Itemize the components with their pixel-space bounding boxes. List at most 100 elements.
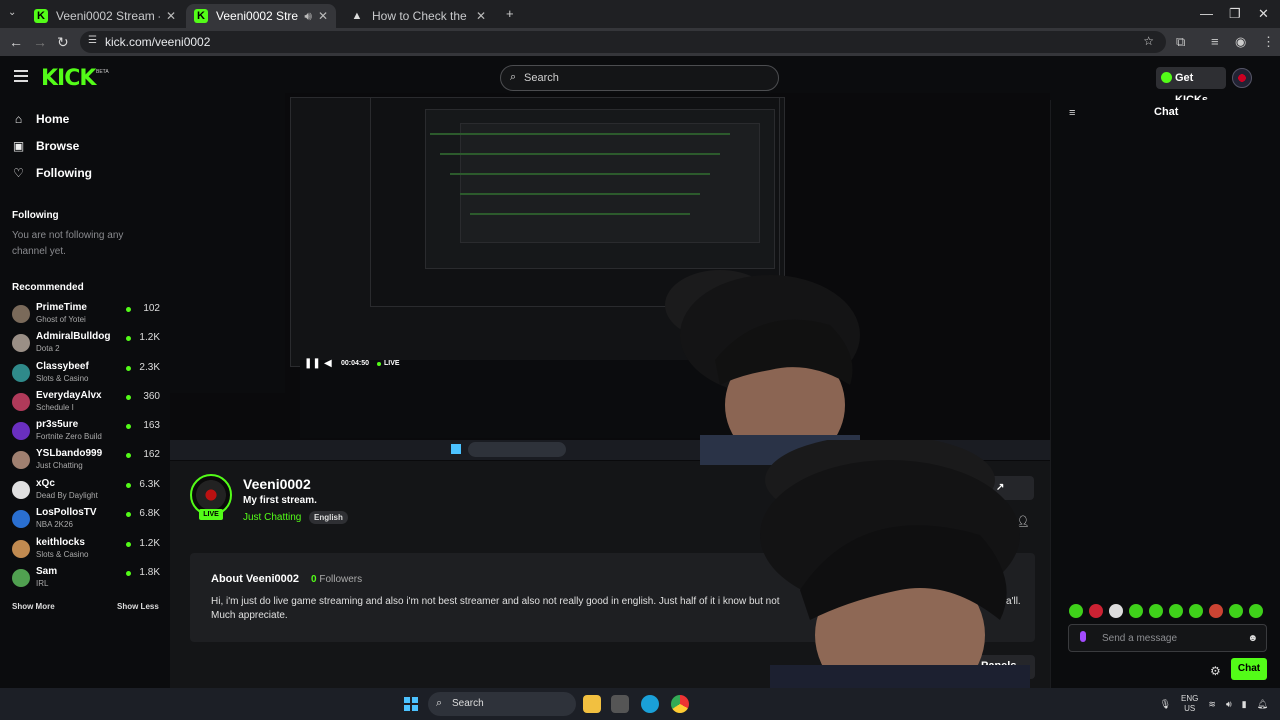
chrome-icon[interactable] — [671, 695, 689, 713]
video-player[interactable] — [170, 93, 1050, 461]
emote-icon[interactable] — [1209, 604, 1223, 618]
site-info-icon[interactable]: ☰ — [88, 35, 97, 46]
back-icon[interactable]: ← — [9, 34, 23, 50]
live-dot — [126, 512, 131, 517]
sidebar-item-following[interactable]: ♡ Following — [12, 163, 92, 183]
language-tag[interactable]: English — [309, 511, 348, 524]
emote-icon[interactable] — [1169, 604, 1183, 618]
emote-icon[interactable] — [1249, 604, 1263, 618]
forward-icon[interactable]: → — [33, 34, 47, 50]
tab-veeni-1[interactable]: K Veeni0002 Stream - Watch Live ✕ — [26, 4, 184, 28]
channel-category: Just Chatting — [36, 461, 83, 470]
reload-icon[interactable]: ↻ — [57, 34, 69, 51]
emote-icon[interactable] — [1069, 604, 1083, 618]
emote-icon[interactable] — [1129, 604, 1143, 618]
minimize-icon[interactable]: — — [1200, 6, 1213, 21]
speaker-icon[interactable]: 🔊︎ — [304, 9, 312, 24]
microphone-icon[interactable] — [1080, 631, 1086, 642]
profile-icon[interactable]: ◉ — [1235, 34, 1246, 50]
sidebar-item-browse[interactable]: ▣ Browse — [12, 136, 80, 156]
media-icon[interactable]: ≡ — [1211, 34, 1219, 49]
recursive-bar — [470, 213, 690, 215]
new-tab-icon[interactable]: + — [506, 6, 514, 21]
viewer-count: 162 — [143, 449, 160, 460]
emote-icon[interactable] — [1229, 604, 1243, 618]
sidebar-channel-row[interactable]: PrimeTime Ghost of Yotei 102 — [12, 302, 160, 328]
chat-send-button[interactable]: Chat — [1231, 658, 1267, 680]
viewer-count: 163 — [143, 420, 160, 431]
bookmark-star-icon[interactable]: ☆ — [1143, 34, 1154, 48]
sidebar-channel-row[interactable]: Sam IRL 1.8K — [12, 566, 160, 592]
emote-icon[interactable] — [1149, 604, 1163, 618]
user-avatar[interactable] — [1232, 68, 1252, 88]
recursive-bar — [460, 193, 700, 195]
sidebar-channel-row[interactable]: pr3s5ure Fortnite Zero Build 163 — [12, 419, 160, 445]
sidebar-channel-row[interactable]: AdmiralBulldog Dota 2 1.2K — [12, 331, 160, 357]
maximize-icon[interactable]: ❐ — [1229, 6, 1241, 22]
close-icon[interactable]: ✕ — [166, 9, 176, 23]
viewer-count: 6.8K — [139, 508, 160, 519]
address-bar[interactable]: ☰ kick.com/veeni0002 ☆ — [80, 31, 1166, 53]
sidebar-channel-row[interactable]: Classybeef Slots & Casino 2.3K — [12, 361, 160, 387]
chat-title: Chat — [1154, 106, 1179, 118]
tab-search-icon[interactable]: ⌄ — [8, 7, 16, 18]
player-live-dot — [377, 362, 381, 366]
menu-icon[interactable]: ⋮ — [1262, 34, 1275, 50]
microphone-tray-icon[interactable]: 🎙︎ — [1160, 699, 1171, 710]
followers-number: 0 — [311, 574, 317, 585]
sidebar-channel-row[interactable]: keithlocks Slots & Casino 1.2K — [12, 537, 160, 563]
window-close-icon[interactable]: ✕ — [1258, 6, 1269, 22]
search-input[interactable]: ⌕ Search — [500, 65, 779, 91]
live-dot — [126, 395, 131, 400]
recursive-frame — [460, 123, 760, 243]
close-icon[interactable]: ✕ — [318, 9, 328, 23]
notification-icon[interactable]: 🔔︎ — [1257, 699, 1268, 710]
chat-message-input[interactable]: Send a message ☻ — [1068, 624, 1267, 652]
taskbar-search[interactable]: ⌕ Search — [428, 692, 576, 716]
live-dot — [126, 483, 131, 488]
emote-bar[interactable] — [1069, 604, 1269, 618]
stream-category[interactable]: Just Chatting — [243, 512, 301, 523]
chat-settings-icon[interactable]: ⚙ — [1210, 664, 1221, 678]
emote-icon[interactable] — [1189, 604, 1203, 618]
show-more-button[interactable]: Show More — [12, 602, 55, 611]
stream-info: LIVE Veeni0002 My first stream. Just Cha… — [190, 474, 790, 534]
live-badge: LIVE — [199, 509, 223, 520]
volume-icon[interactable]: ◀︎ — [324, 358, 332, 369]
get-kicks-button[interactable]: Get KICKs — [1156, 67, 1226, 106]
extensions-icon[interactable]: ⧉ — [1176, 34, 1185, 50]
collapse-chat-icon[interactable]: ≡ — [1069, 107, 1075, 119]
language-indicator[interactable]: ENG US — [1181, 694, 1198, 714]
following-heading: Following — [12, 210, 59, 221]
sidebar-channel-row[interactable]: YSLbando999 Just Chatting 162 — [12, 448, 160, 474]
sidebar-channel-row[interactable]: LosPollosTV NBA 2K26 6.8K — [12, 507, 160, 533]
viewer-count: 1.2K — [139, 538, 160, 549]
sidebar-channel-row[interactable]: EverydayAlvx Schedule I 360 — [12, 390, 160, 416]
tab-stream-key[interactable]: ▲ How to Check the Stream Key on ✕ — [342, 4, 494, 28]
emote-icon[interactable] — [1109, 604, 1123, 618]
sidebar-item-home[interactable]: ⌂ Home — [12, 109, 69, 129]
channel-name: Sam — [36, 566, 58, 577]
hamburger-menu-icon[interactable] — [14, 70, 28, 82]
kick-logo[interactable]: KICK — [41, 66, 96, 91]
store-icon[interactable] — [611, 695, 629, 713]
battery-icon[interactable]: ▮ — [1242, 699, 1247, 710]
windows-start-icon[interactable] — [404, 697, 418, 711]
tab-veeni-2[interactable]: K Veeni0002 Stream - Watch 🔊︎ ✕ — [186, 4, 336, 28]
sidebar-channel-row[interactable]: xQc Dead By Daylight 6.3K — [12, 478, 160, 504]
channel-avatar — [12, 393, 30, 411]
recursive-frame — [170, 93, 285, 393]
viewer-count: 360 — [143, 391, 160, 402]
file-explorer-icon[interactable] — [583, 695, 601, 713]
emoji-icon[interactable]: ☻ — [1247, 633, 1258, 644]
emote-icon[interactable] — [1089, 604, 1103, 618]
channel-category: Ghost of Yotei — [36, 315, 86, 324]
show-less-button[interactable]: Show Less — [117, 602, 159, 611]
volume-tray-icon[interactable]: 🔊︎ — [1226, 699, 1232, 710]
pause-icon[interactable]: ❚❚ — [304, 358, 321, 369]
channel-avatar — [12, 481, 30, 499]
wifi-icon[interactable]: ≋ — [1208, 699, 1216, 710]
streamer-name[interactable]: Veeni0002 — [243, 476, 311, 492]
edge-icon[interactable] — [641, 695, 659, 713]
close-icon[interactable]: ✕ — [476, 9, 486, 23]
